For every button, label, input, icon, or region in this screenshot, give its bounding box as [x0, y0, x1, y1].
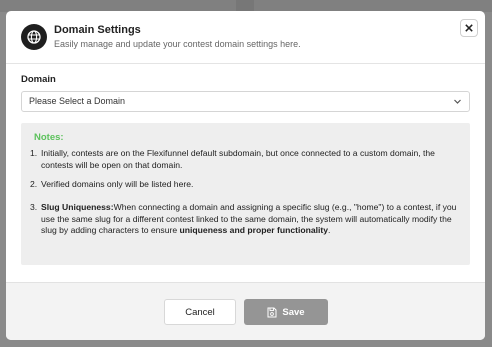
modal-subtitle: Easily manage and update your contest do… — [54, 39, 301, 49]
note-number: 2. — [30, 179, 38, 189]
note-text: Verified domains only will be listed her… — [41, 179, 194, 189]
modal-header: Domain Settings Easily manage and update… — [6, 11, 485, 63]
note-text: Initially, contests are on the Flexifunn… — [41, 148, 435, 170]
note-number: 3. — [30, 202, 38, 212]
note-emphasis: uniqueness and proper functionality — [179, 225, 329, 235]
cancel-button[interactable]: Cancel — [164, 299, 236, 325]
domain-settings-modal: Domain Settings Easily manage and update… — [6, 11, 485, 340]
chevron-down-icon — [454, 99, 461, 104]
note-number: 1. — [30, 148, 38, 158]
close-button[interactable] — [460, 19, 478, 37]
globe-icon — [21, 24, 47, 50]
note-end: . — [328, 225, 331, 235]
close-icon — [465, 24, 473, 32]
notes-title: Notes: — [34, 132, 64, 143]
note-text: Slug Uniqueness:When connecting a domain… — [41, 202, 461, 237]
modal-footer: Cancel Save — [6, 282, 485, 340]
save-icon — [267, 307, 277, 317]
domain-select[interactable]: Please Select a Domain — [21, 91, 470, 112]
header-divider — [6, 63, 485, 64]
note-heading: Slug Uniqueness: — [41, 202, 114, 212]
notes-panel: Notes: 1. Initially, contests are on the… — [21, 123, 470, 265]
domain-select-value: Please Select a Domain — [29, 96, 126, 106]
save-button[interactable]: Save — [244, 299, 328, 325]
modal-title: Domain Settings — [54, 24, 141, 36]
save-label: Save — [282, 306, 305, 318]
domain-label: Domain — [21, 74, 56, 85]
